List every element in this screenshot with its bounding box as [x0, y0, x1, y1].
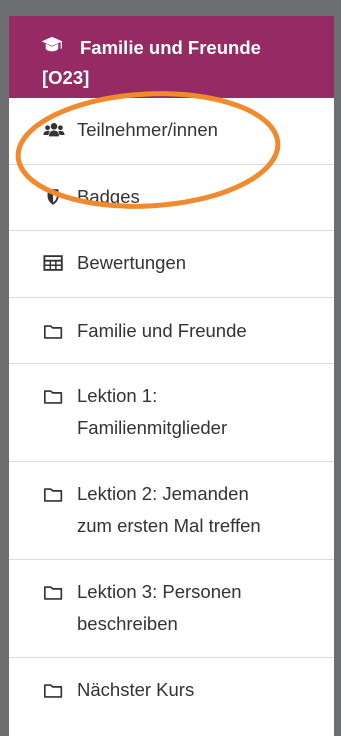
folder-icon — [44, 684, 63, 698]
nav-item-label-line1: Lektion 2: Jemanden — [77, 483, 249, 504]
graduation-cap-icon — [41, 36, 63, 52]
nav-item-label: Bewertungen — [77, 252, 187, 273]
nav-item-section-lektion-3[interactable]: Lektion 3: Personen beschreiben — [9, 560, 334, 658]
nav-item-next-course[interactable]: Nächster Kurs — [9, 658, 334, 724]
nav-item-section-lektion-1[interactable]: Lektion 1: Familienmitglieder — [9, 364, 334, 462]
nav-item-label-line2: zum ersten Mal treffen — [77, 515, 261, 536]
folder-icon — [44, 325, 63, 339]
folder-icon — [44, 586, 63, 600]
nav-item-badges[interactable]: Badges — [9, 165, 334, 231]
nav-item-label: Nächster Kurs — [77, 679, 195, 700]
course-navigation-drawer: Familie und Freunde [O23] Teilnehmer/inn… — [9, 16, 334, 736]
window-frame: Familie und Freunde [O23] Teilnehmer/inn… — [0, 0, 341, 736]
table-icon — [43, 255, 63, 271]
course-header-link[interactable]: Familie und Freunde [O23] — [9, 16, 334, 98]
nav-item-section-familie-und-freunde[interactable]: Familie und Freunde — [9, 298, 334, 364]
nav-item-label-line2: Familienmitglieder — [77, 417, 228, 438]
nav-item-grades[interactable]: Bewertungen — [9, 231, 334, 298]
nav-item-label: Badges — [77, 186, 140, 207]
folder-icon — [44, 488, 63, 502]
nav-item-section-lektion-2[interactable]: Lektion 2: Jemanden zum ersten Mal treff… — [9, 462, 334, 560]
nav-item-label-line2: beschreiben — [77, 613, 178, 634]
nav-item-label: Teilnehmer/innen — [77, 119, 218, 140]
course-title: Familie und Freunde [O23] — [42, 33, 318, 93]
users-icon — [43, 123, 65, 137]
shield-icon — [47, 189, 59, 205]
nav-item-label-line1: Lektion 3: Personen — [77, 581, 242, 602]
course-title-line2: [O23] — [42, 67, 90, 88]
folder-icon — [44, 390, 63, 404]
course-title-line1: Familie und Freunde — [80, 37, 261, 58]
nav-item-label-line1: Lektion 1: — [77, 385, 158, 406]
nav-item-label: Familie und Freunde — [77, 320, 247, 341]
nav-item-participants[interactable]: Teilnehmer/innen — [9, 98, 334, 165]
